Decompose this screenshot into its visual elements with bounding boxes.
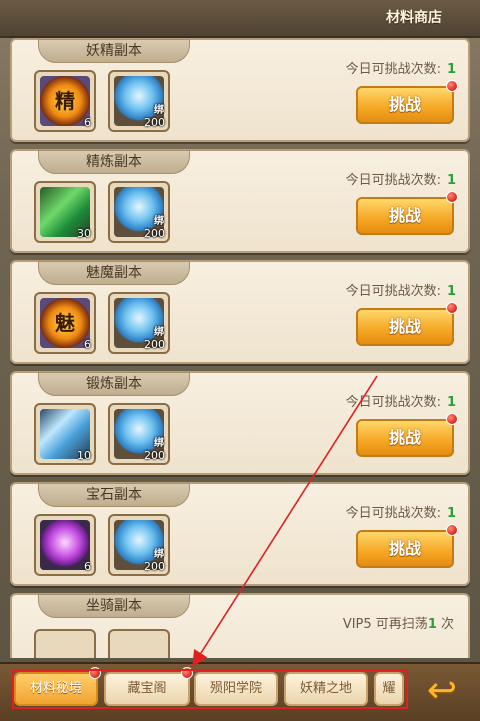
tab-academy[interactable]: 殒阳学院: [194, 672, 278, 706]
top-bar: 材料商店: [0, 0, 480, 38]
tab-fairy-land[interactable]: 妖精之地: [284, 672, 368, 706]
reward-slot-1[interactable]: 6: [34, 514, 96, 576]
item-quantity: 6: [84, 560, 91, 573]
dungeon-card-gem: 宝石副本 6 绑 200 今日可挑战次数: 1 挑战: [10, 482, 470, 586]
red-dot-notification-icon: [89, 667, 101, 679]
daily-challenge-count: 今日可挑战次数: 1: [345, 62, 456, 77]
item-quantity: 200: [144, 227, 165, 240]
card-title: 宝石副本: [38, 483, 190, 507]
item-quantity: 200: [144, 338, 165, 351]
reward-slot-1[interactable]: 10: [34, 403, 96, 465]
reward-slot-2[interactable]: 绑 200: [108, 70, 170, 132]
item-quantity: 200: [144, 116, 165, 129]
item-quantity: 200: [144, 560, 165, 573]
reward-slot-2[interactable]: 绑 200: [108, 514, 170, 576]
tab-treasure-pavilion[interactable]: 藏宝阁: [104, 667, 193, 706]
reward-slot-1[interactable]: 精 6: [34, 70, 96, 132]
daily-challenge-count: 今日可挑战次数: 1: [345, 506, 456, 521]
dungeon-card-refine: 精炼副本 30 绑 200 今日可挑战次数: 1 挑战: [10, 149, 470, 253]
item-quantity: 6: [84, 116, 91, 129]
red-dot-notification-icon: [446, 191, 458, 203]
challenge-button[interactable]: 挑战: [356, 302, 458, 346]
challenge-button[interactable]: 挑战: [356, 413, 458, 457]
item-quantity: 30: [77, 227, 91, 240]
bound-tag: 绑: [154, 327, 164, 338]
item-quantity: 10: [77, 449, 91, 462]
reward-slot-1[interactable]: 30: [34, 181, 96, 243]
red-dot-notification-icon: [446, 302, 458, 314]
reward-slot-1[interactable]: [34, 629, 96, 658]
tab-material-realm[interactable]: 材料秘境: [14, 667, 101, 706]
dungeon-card-mount: 坐骑副本 VIP5 可再扫荡1 次: [10, 593, 470, 658]
red-dot-notification-icon: [181, 667, 193, 679]
tab-more[interactable]: 耀: [374, 672, 404, 706]
card-title: 精炼副本: [38, 150, 190, 174]
dungeon-list[interactable]: 妖精副本 精 6 绑 200 今日可挑战次数: 1 挑战 精炼副本 30 绑 2…: [10, 36, 470, 658]
bound-tag: 绑: [154, 105, 164, 116]
item-quantity: 6: [84, 338, 91, 351]
fire-medal-icon: 魅: [40, 298, 90, 348]
purple-gem-icon: [40, 520, 90, 570]
reward-slot-2[interactable]: 绑 200: [108, 181, 170, 243]
reward-slot-2[interactable]: [108, 629, 170, 658]
item-quantity: 200: [144, 449, 165, 462]
card-title: 妖精副本: [38, 39, 190, 63]
red-dot-notification-icon: [446, 413, 458, 425]
bound-tag: 绑: [154, 549, 164, 560]
daily-challenge-count: 今日可挑战次数: 1: [345, 173, 456, 188]
challenge-button[interactable]: 挑战: [356, 524, 458, 568]
vip-sweep-note: VIP5 可再扫荡1 次: [342, 617, 454, 632]
back-arrow-icon[interactable]: ↩: [414, 670, 470, 712]
dungeon-card-succubus: 魅魔副本 魅 6 绑 200 今日可挑战次数: 1 挑战: [10, 260, 470, 364]
daily-challenge-count: 今日可挑战次数: 1: [345, 284, 456, 299]
red-dot-notification-icon: [446, 80, 458, 92]
reward-slot-1[interactable]: 魅 6: [34, 292, 96, 354]
card-title: 魅魔副本: [38, 261, 190, 285]
bottom-tab-bar: 材料秘境 藏宝阁 殒阳学院 妖精之地 耀 ↩: [0, 662, 480, 721]
reward-slot-2[interactable]: 绑 200: [108, 403, 170, 465]
red-dot-notification-icon: [446, 524, 458, 536]
bound-tag: 绑: [154, 438, 164, 449]
bound-tag: 绑: [154, 216, 164, 227]
dungeon-card-forge: 锻炼副本 10 绑 200 今日可挑战次数: 1 挑战: [10, 371, 470, 475]
challenge-button[interactable]: 挑战: [356, 80, 458, 124]
dungeon-card-fairy: 妖精副本 精 6 绑 200 今日可挑战次数: 1 挑战: [10, 38, 470, 142]
card-title: 坐骑副本: [38, 594, 190, 618]
material-shop-tab[interactable]: 材料商店: [376, 6, 452, 30]
challenge-button[interactable]: 挑战: [356, 191, 458, 235]
fire-medal-icon: 精: [40, 76, 90, 126]
reward-slot-2[interactable]: 绑 200: [108, 292, 170, 354]
card-title: 锻炼副本: [38, 372, 190, 396]
daily-challenge-count: 今日可挑战次数: 1: [345, 395, 456, 410]
